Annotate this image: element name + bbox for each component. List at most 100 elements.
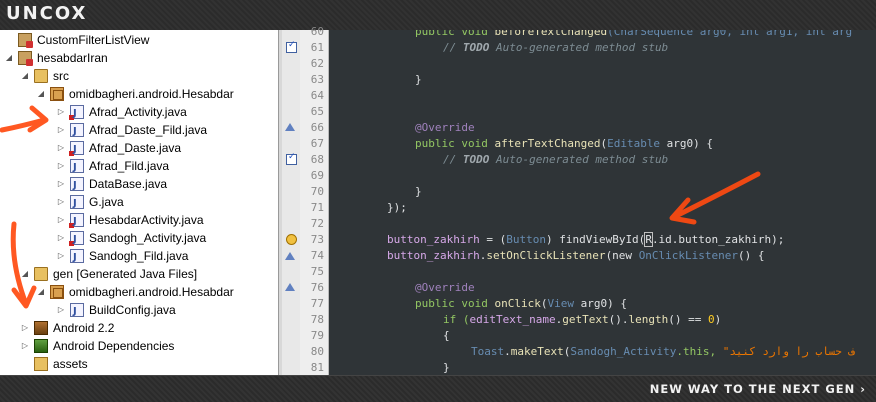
line-number: 75 xyxy=(310,265,324,278)
line-number: 72 xyxy=(310,217,324,230)
code-line-67[interactable]: public void afterTextChanged(Editable ar… xyxy=(415,136,713,152)
code-line-74[interactable]: button_zakhirh.setOnClickListener(new On… xyxy=(387,248,765,264)
warning-marker-icon[interactable] xyxy=(286,234,297,245)
tree-item-android-22[interactable]: ▷ Android 2.2 xyxy=(20,319,114,337)
tree-item-hesabdariran[interactable]: ◢ hesabdarIran xyxy=(4,49,108,67)
line-number: 62 xyxy=(310,57,324,70)
expand-arrow-icon[interactable]: ▷ xyxy=(56,175,66,193)
tree-item-label: Android 2.2 xyxy=(53,321,115,335)
override-marker-icon[interactable] xyxy=(285,252,295,260)
collapse-arrow-icon[interactable]: ◢ xyxy=(20,265,30,283)
expand-arrow-icon[interactable]: ▷ xyxy=(20,337,30,355)
tree-item-src[interactable]: ◢ src xyxy=(20,67,69,85)
code-editor[interactable]: public void beforeTextChanged(CharSequen… xyxy=(329,30,876,375)
line-number-gutter: 60 61 62 63 64 65 66 67 68 69 70 71 72 7… xyxy=(300,25,329,375)
override-marker-icon[interactable] xyxy=(285,123,295,131)
marker-ruler[interactable] xyxy=(282,30,300,375)
java-file-icon xyxy=(70,177,84,195)
code-line-76[interactable]: @Override xyxy=(415,280,475,296)
source-folder-icon xyxy=(34,69,48,83)
task-marker-icon[interactable] xyxy=(286,152,297,165)
tree-item-label: Afrad_Daste.java xyxy=(89,141,182,155)
code-line-81[interactable]: } xyxy=(443,360,450,375)
tree-item-gen-package[interactable]: ◢ omidbagheri.android.Hesabdar xyxy=(36,283,234,301)
line-number: 64 xyxy=(310,89,324,102)
java-file-icon xyxy=(69,141,84,159)
expand-arrow-icon[interactable]: ▷ xyxy=(20,319,30,337)
tree-item-sandogh-fild[interactable]: ▷ Sandogh_Fild.java xyxy=(56,247,188,267)
tree-item-afrad-daste-fild[interactable]: ▷ Afrad_Daste_Fild.java xyxy=(56,121,208,141)
collapse-arrow-icon[interactable]: ◢ xyxy=(20,67,30,85)
tree-item-label: G.java xyxy=(89,195,124,209)
code-line-61[interactable]: // TODO Auto-generated method stub xyxy=(443,40,668,56)
expand-arrow-icon[interactable]: ▷ xyxy=(56,121,66,139)
expand-arrow-icon[interactable]: ▷ xyxy=(56,103,66,121)
tree-item-label: Afrad_Activity.java xyxy=(89,105,187,119)
tree-item-label: hesabdarIran xyxy=(37,51,108,65)
code-line-78[interactable]: if (editText_name.getText().length() == … xyxy=(443,312,721,328)
java-file-icon xyxy=(69,213,84,231)
line-number: 76 xyxy=(310,281,324,294)
collapse-arrow-icon[interactable]: ◢ xyxy=(36,283,46,301)
java-file-icon xyxy=(70,159,84,177)
tree-item-hesabdaractivity[interactable]: ▷ HesabdarActivity.java xyxy=(56,211,204,231)
package-icon xyxy=(50,285,64,299)
code-line-60[interactable]: public void beforeTextChanged(CharSequen… xyxy=(415,30,852,40)
line-number: 73 xyxy=(310,233,324,246)
tree-item-label: src xyxy=(53,69,69,83)
expand-arrow-icon[interactable]: ▷ xyxy=(56,139,66,157)
tree-item-label: DataBase.java xyxy=(89,177,168,191)
tree-item-afrad-fild[interactable]: ▷ Afrad_Fild.java xyxy=(56,157,169,177)
tree-item-g[interactable]: ▷ G.java xyxy=(56,193,124,213)
expand-arrow-icon[interactable]: ▷ xyxy=(56,211,66,229)
tree-item-customfilterlistview[interactable]: CustomFilterListView xyxy=(4,31,149,49)
expand-arrow-icon[interactable]: ▷ xyxy=(56,193,66,211)
line-number: 65 xyxy=(310,105,324,118)
task-marker-icon[interactable] xyxy=(286,40,297,53)
tree-item-label: omidbagheri.android.Hesabdar xyxy=(69,87,234,101)
override-marker-icon[interactable] xyxy=(285,283,295,291)
library-icon xyxy=(34,339,48,353)
java-file-icon xyxy=(70,249,84,267)
collapse-arrow-icon[interactable]: ◢ xyxy=(4,49,14,67)
expand-arrow-icon[interactable]: ▷ xyxy=(56,229,66,247)
package-icon xyxy=(50,87,64,101)
tree-item-sandogh-activity[interactable]: ▷ Sandogh_Activity.java xyxy=(56,229,207,249)
expand-arrow-icon[interactable]: ▷ xyxy=(56,247,66,265)
tree-item-package[interactable]: ◢ omidbagheri.android.Hesabdar xyxy=(36,85,234,103)
top-banner: UNCOX xyxy=(0,0,876,30)
java-file-icon xyxy=(69,105,84,123)
code-line-77[interactable]: public void onClick(View arg0) { xyxy=(415,296,627,312)
line-number: 74 xyxy=(310,249,324,262)
code-line-79[interactable]: { xyxy=(443,328,450,344)
expand-arrow-icon[interactable]: ▷ xyxy=(56,301,66,319)
tree-item-android-dependencies[interactable]: ▷ Android Dependencies xyxy=(20,337,174,355)
tree-item-buildconfig[interactable]: ▷ BuildConfig.java xyxy=(56,301,176,321)
text-cursor-selection[interactable]: R xyxy=(644,232,653,247)
line-number: 67 xyxy=(310,137,324,150)
tree-item-afrad-activity[interactable]: ▷ Afrad_Activity.java xyxy=(56,103,187,123)
tree-item-assets[interactable]: assets xyxy=(20,355,88,373)
code-line-80[interactable]: Toast.makeText(Sandogh_Activity.this, "ف… xyxy=(471,344,855,360)
tree-item-database[interactable]: ▷ DataBase.java xyxy=(56,175,168,195)
code-line-73[interactable]: button_zakhirh = (Button) findViewById(R… xyxy=(387,232,784,248)
tree-item-label: Sandogh_Activity.java xyxy=(89,231,207,245)
expand-arrow-icon[interactable]: ▷ xyxy=(56,157,66,175)
line-number: 66 xyxy=(310,121,324,134)
tree-item-label: assets xyxy=(53,357,88,371)
line-number: 63 xyxy=(310,73,324,86)
line-number: 71 xyxy=(310,201,324,214)
code-line-63[interactable]: } xyxy=(415,72,422,88)
code-line-68[interactable]: // TODO Auto-generated method stub xyxy=(443,152,668,168)
package-explorer[interactable]: CustomFilterListView ◢ hesabdarIran ◢ sr… xyxy=(0,30,278,375)
tree-item-label: omidbagheri.android.Hesabdar xyxy=(69,285,234,299)
tree-item-label: CustomFilterListView xyxy=(37,33,150,47)
line-number: 81 xyxy=(310,361,324,374)
collapse-arrow-icon[interactable]: ◢ xyxy=(36,85,46,103)
tree-item-label: Afrad_Daste_Fild.java xyxy=(89,123,208,137)
tree-item-afrad-daste[interactable]: ▷ Afrad_Daste.java xyxy=(56,139,182,159)
code-line-70[interactable]: } xyxy=(415,184,422,200)
tree-item-gen[interactable]: ◢ gen [Generated Java Files] xyxy=(20,265,197,283)
code-line-71[interactable]: }); xyxy=(387,200,407,216)
code-line-66[interactable]: @Override xyxy=(415,120,475,136)
